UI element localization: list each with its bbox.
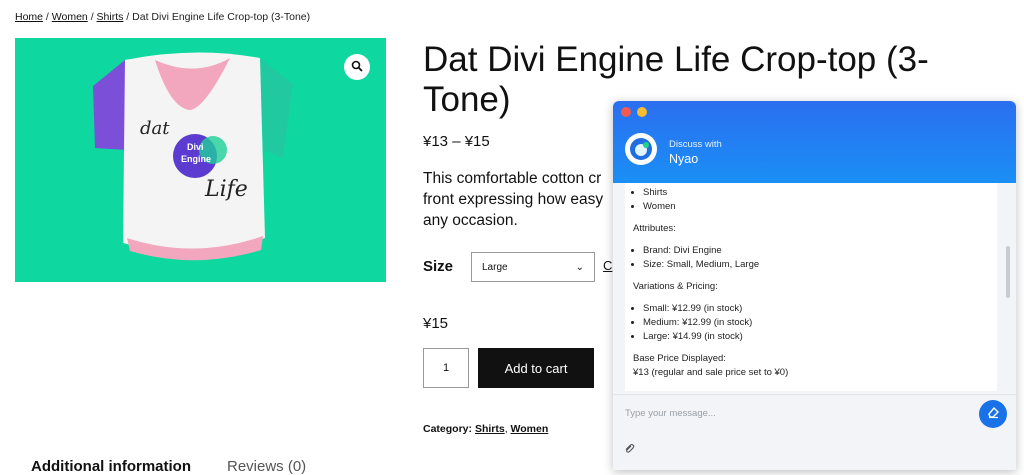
quantity-input[interactable]: 1 [423, 348, 469, 388]
tshirt-illustration: dat Divi Engine Life [93, 52, 293, 261]
send-button[interactable] [979, 400, 1007, 428]
description-line: any occasion. [423, 212, 518, 229]
list-item: Large: ¥14.99 (in stock) [643, 330, 997, 344]
paperclip-icon [623, 444, 635, 458]
variations-heading: Variations & Pricing: [633, 281, 718, 292]
shirt-text-engine: Engine [181, 154, 211, 164]
variation-price: ¥15 [423, 315, 449, 332]
product-image[interactable]: dat Divi Engine Life [15, 38, 386, 282]
list-item: Size: Small, Medium, Large [643, 258, 997, 272]
breadcrumb-separator: / [43, 11, 52, 23]
category-list: Shirts Women [625, 186, 997, 214]
breadcrumb-separator: / [87, 11, 97, 23]
category-link-women[interactable]: Women [511, 423, 549, 435]
tab-reviews[interactable]: Reviews (0) [227, 458, 306, 475]
product-category: Category: Shirts, Women [423, 423, 548, 435]
attributes-list: Brand: Divi Engine Size: Small, Medium, … [625, 244, 997, 272]
zoom-button[interactable] [344, 54, 370, 80]
chat-message: Shirts Women Attributes: Brand: Divi Eng… [625, 183, 997, 391]
product-tabs: Additional information Reviews (0) [31, 458, 306, 475]
breadcrumb-home[interactable]: Home [15, 11, 43, 23]
scrollbar[interactable] [1006, 246, 1010, 298]
list-item: Small: ¥12.99 (in stock) [643, 302, 997, 316]
search-icon [351, 60, 363, 75]
category-link-shirts[interactable]: Shirts [475, 423, 505, 435]
size-selected-value: Large [482, 261, 508, 273]
chat-window: Discuss with Nyao Shirts Women Attribute… [613, 101, 1016, 470]
shirt-text-life: Life [204, 177, 248, 202]
close-dot[interactable] [621, 107, 631, 117]
attach-button[interactable] [623, 443, 635, 458]
avatar [625, 133, 657, 165]
variations-list: Small: ¥12.99 (in stock) Medium: ¥12.99 … [625, 302, 997, 344]
chevron-down-icon: ⌄ [575, 261, 584, 273]
minimize-dot[interactable] [637, 107, 647, 117]
tab-additional-information[interactable]: Additional information [31, 458, 191, 475]
description-line: This comfortable cotton cr [423, 170, 602, 187]
bot-avatar-icon [630, 138, 652, 160]
category-label: Category: [423, 423, 473, 435]
description-line: front expressing how easy [423, 191, 604, 208]
price-range: ¥13 – ¥15 [423, 133, 490, 150]
size-select[interactable]: Large ⌄ [471, 252, 595, 282]
base-price-text: ¥13 (regular and sale price set to ¥0) [633, 367, 789, 378]
base-price-heading: Base Price Displayed: [633, 353, 726, 364]
chat-input-bar: Type your message... [613, 394, 1016, 435]
list-item: Women [643, 200, 997, 214]
product-description: This comfortable cotton cr front express… [423, 168, 613, 231]
shirt-text-dat: dat [140, 118, 170, 139]
breadcrumb-shirts[interactable]: Shirts [97, 11, 124, 23]
window-controls [621, 107, 647, 117]
chat-header: Discuss with Nyao [613, 101, 1016, 183]
breadcrumb: Home / Women / Shirts / Dat Divi Engine … [15, 11, 310, 23]
list-item: Medium: ¥12.99 (in stock) [643, 316, 997, 330]
message-input[interactable]: Type your message... [625, 408, 716, 419]
add-to-cart-button[interactable]: Add to cart [478, 348, 594, 388]
attributes-heading: Attributes: [633, 223, 676, 234]
shirt-text-divi: Divi [187, 142, 204, 152]
chat-header-name: Nyao [669, 152, 699, 166]
chat-header-subtitle: Discuss with [669, 139, 722, 150]
eraser-icon [986, 405, 1000, 424]
list-item: Shirts [643, 186, 997, 200]
size-label: Size [423, 258, 454, 275]
clear-link[interactable]: C [603, 258, 612, 273]
list-item: Brand: Divi Engine [643, 244, 997, 258]
breadcrumb-women[interactable]: Women [52, 11, 88, 23]
breadcrumb-current: / Dat Divi Engine Life Crop-top (3-Tone) [123, 11, 311, 23]
